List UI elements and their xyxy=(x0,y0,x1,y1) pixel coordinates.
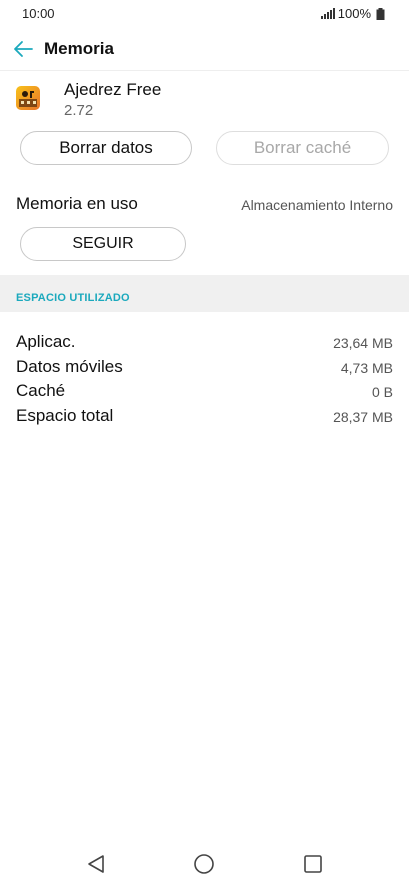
app-name: Ajedrez Free xyxy=(64,80,162,99)
usage-label: Espacio total xyxy=(16,405,114,425)
usage-label: Caché xyxy=(16,381,66,400)
list-item: Caché 0 B xyxy=(0,379,409,404)
usage-value: 23,64 MB xyxy=(333,335,393,351)
memory-in-use-value: Almacenamiento Interno xyxy=(241,197,393,213)
list-item: Espacio total 28,37 MB xyxy=(0,404,409,429)
status-bar: 10:00 100% xyxy=(0,0,409,28)
list-item: Datos móviles 4,73 MB xyxy=(0,355,409,380)
memory-in-use-label: Memoria en uso xyxy=(16,194,138,213)
battery-icon xyxy=(376,7,385,20)
page-title: Memoria xyxy=(44,39,114,58)
usage-value: 0 B xyxy=(371,384,393,400)
chess-app-icon xyxy=(16,86,40,110)
usage-label: Datos móviles xyxy=(16,356,123,376)
navigation-bar xyxy=(0,840,409,888)
home-circle-icon[interactable] xyxy=(192,852,216,876)
app-bar: Memoria xyxy=(0,28,409,71)
section-title: ESPACIO UTILIZADO xyxy=(16,292,130,304)
list-item: Aplicac. 23,64 MB xyxy=(0,330,409,355)
usage-list: Aplicac. 23,64 MB Datos móviles 4,73 MB … xyxy=(0,330,409,428)
chess-piece-icon xyxy=(19,91,37,107)
clear-cache-button[interactable]: Borrar caché xyxy=(216,131,389,165)
usage-value: 28,37 MB xyxy=(333,408,393,425)
follow-button[interactable]: SEGUIR xyxy=(20,227,186,261)
memory-in-use-row: Memoria en uso Almacenamiento Interno xyxy=(0,190,409,218)
clear-data-button[interactable]: Borrar datos xyxy=(20,131,192,165)
section-header: ESPACIO UTILIZADO xyxy=(0,275,409,312)
usage-value: 4,73 MB xyxy=(340,359,393,376)
recents-square-icon[interactable] xyxy=(301,852,325,876)
status-indicators: 100% xyxy=(320,6,385,21)
app-info: Ajedrez Free 2.72 xyxy=(0,72,409,124)
battery-percent: 100% xyxy=(337,6,371,21)
back-arrow-icon[interactable] xyxy=(12,38,34,60)
status-time: 10:00 xyxy=(22,6,55,21)
signal-icon xyxy=(320,8,335,19)
back-triangle-icon[interactable] xyxy=(84,852,108,876)
usage-label: Aplicac. xyxy=(16,332,76,351)
app-version: 2.72 xyxy=(64,102,94,119)
